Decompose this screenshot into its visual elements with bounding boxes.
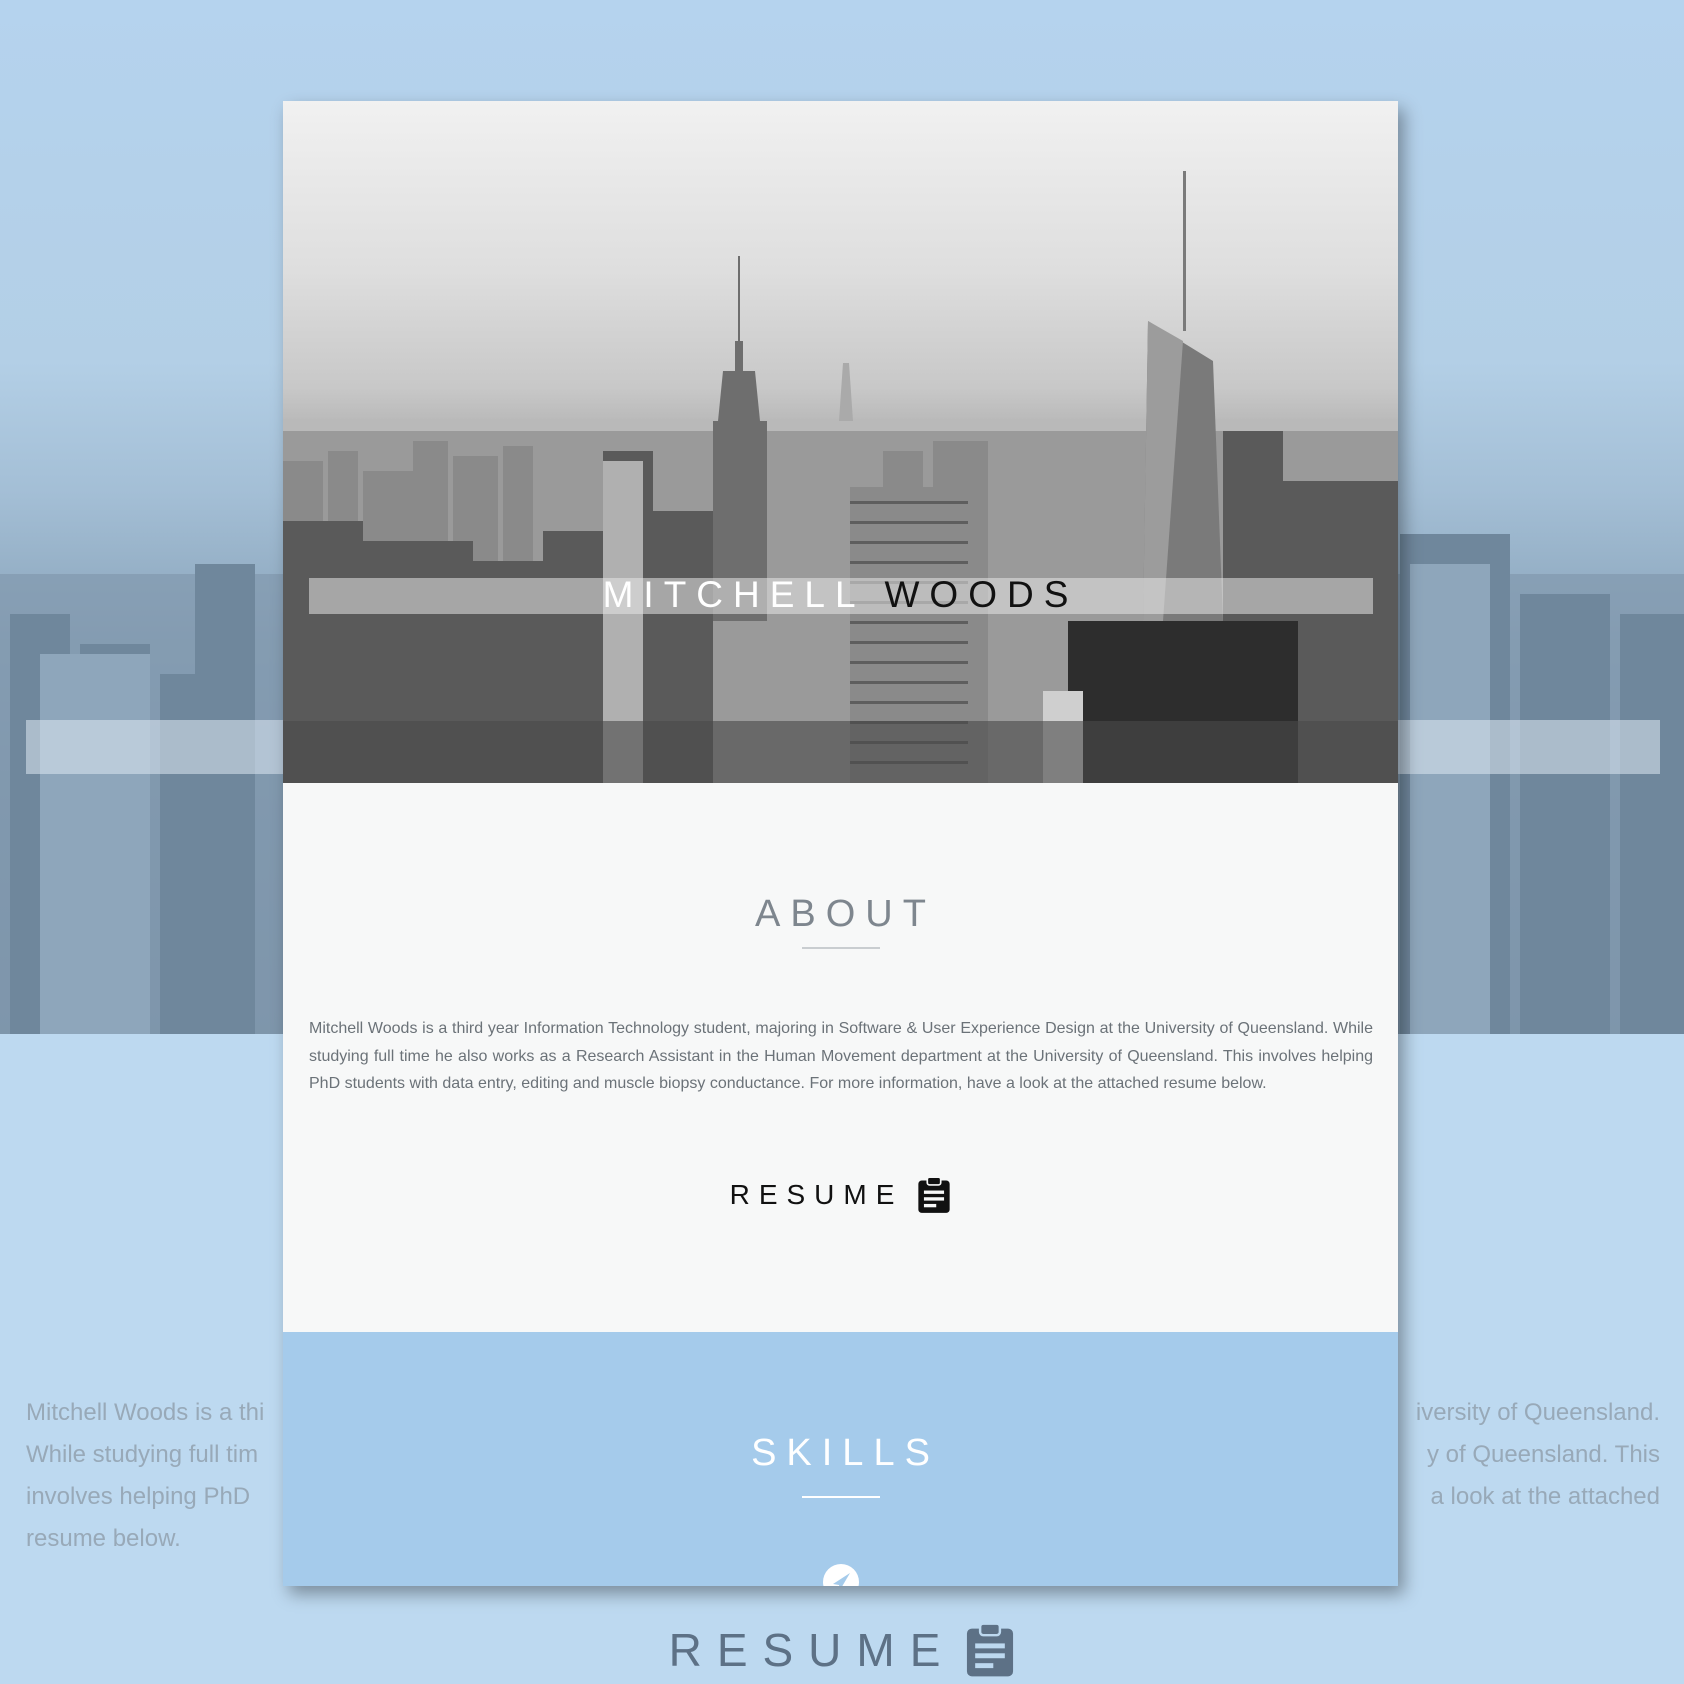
page-card: MITCHELL WOODS ABOUT Mitchell Woods is a… (283, 101, 1398, 1586)
bg-text-left: involves helping PhD (26, 1483, 251, 1510)
resume-label: RESUME (729, 1179, 904, 1210)
name-last: WOODS (884, 574, 1079, 615)
hero-image: MITCHELL WOODS (283, 101, 1398, 783)
name-first: MITCHELL (602, 574, 865, 615)
skills-section: SKILLS (283, 1332, 1398, 1586)
clipboard-icon (918, 1176, 951, 1213)
about-divider (802, 947, 880, 949)
bg-text-right: a look at the attached (1430, 1483, 1661, 1510)
background-resume-button: RESUME (0, 1622, 1684, 1678)
city-skyline-image (283, 171, 1398, 783)
clipboard-icon (967, 1622, 1014, 1677)
skills-divider (802, 1496, 880, 1498)
about-heading: ABOUT (755, 893, 936, 935)
resume-button[interactable]: RESUME (283, 1176, 1398, 1214)
bg-text-right: y of Queensland. This (1426, 1441, 1660, 1468)
about-text: Mitchell Woods is a third year Informati… (309, 1020, 1373, 1092)
bg-text-left: resume below. (26, 1525, 181, 1552)
bg-text-left: While studying full tim (26, 1441, 259, 1468)
bg-resume-label: RESUME (668, 1624, 956, 1676)
site-title: MITCHELL WOODS (283, 573, 1398, 617)
bg-text-right: iversity of Queensland. (1415, 1399, 1660, 1426)
paper-plane-icon (823, 1564, 859, 1586)
bg-text-left: Mitchell Woods is a thi (26, 1399, 265, 1426)
skills-heading: SKILLS (751, 1432, 940, 1474)
